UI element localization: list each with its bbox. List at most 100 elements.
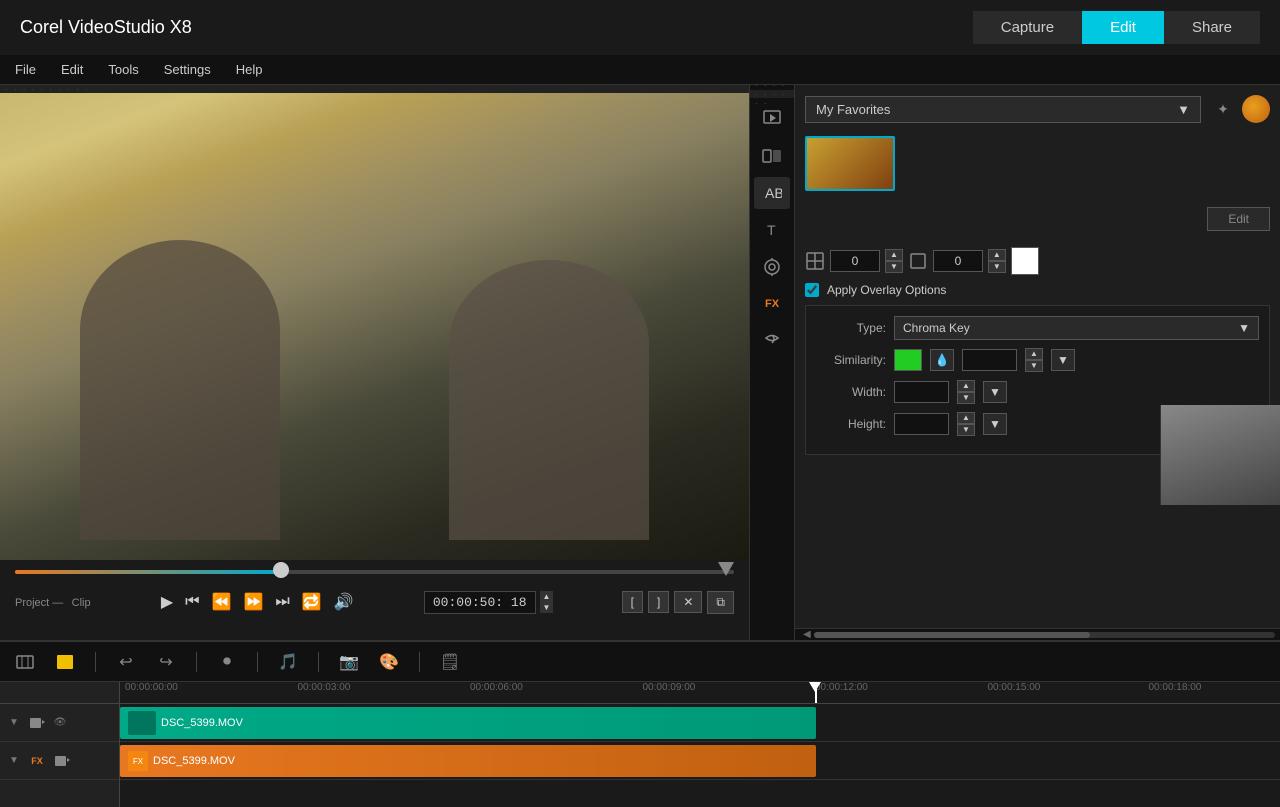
similarity-down[interactable]: ▼ — [1025, 360, 1043, 372]
similarity-input[interactable]: 70 — [962, 349, 1017, 371]
tl-separator-2 — [196, 652, 197, 672]
h-scrollbar[interactable]: ◀ — [795, 628, 1280, 640]
sidebar-icon-media[interactable] — [754, 103, 790, 135]
overlay-checkbox[interactable] — [805, 283, 819, 297]
timeline: ↩ ↪ ⏺ 🎵 📷 🎨 🗒 ▼ 👁 ▼ FX — [0, 640, 1280, 805]
track-control-video: ▼ 👁 — [0, 704, 119, 742]
mini-preview — [1160, 405, 1280, 505]
menu-help[interactable]: Help — [231, 60, 268, 79]
video-clip-1[interactable]: DSC_5399.MOV — [120, 707, 816, 739]
copy-button[interactable]: ⧉ — [707, 591, 734, 614]
sidebar-icon-titles[interactable]: AB — [754, 177, 790, 209]
timecode-down[interactable]: ▼ — [540, 602, 554, 613]
main-content: Project — Clip ▶ ⏮ ⏪ ⏩ ⏭ 🔁 🔊 00:00:50: 1… — [0, 85, 1280, 640]
ruler-mark-2: 00:00:06:00 — [470, 682, 523, 693]
tl-record-btn[interactable]: ⏺ — [212, 647, 242, 677]
menu-tools[interactable]: Tools — [103, 60, 143, 79]
width-up[interactable]: ▲ — [957, 380, 975, 392]
add-favorite-button[interactable]: ✦ — [1209, 95, 1237, 123]
mini-video-content — [1161, 405, 1280, 505]
position-x-input[interactable] — [830, 250, 880, 272]
tl-undo-btn[interactable]: ↩ — [111, 647, 141, 677]
track-mute-btn[interactable]: 👁 — [51, 714, 69, 732]
chroma-type-row: Type: Chroma Key ▼ — [816, 316, 1259, 340]
fav-icons: ✦ — [1209, 95, 1270, 123]
height-label: Height: — [816, 417, 886, 431]
height-up[interactable]: ▲ — [957, 412, 975, 424]
share-button[interactable]: Share — [1164, 11, 1260, 44]
tl-timeline-btn[interactable] — [50, 647, 80, 677]
sidebar-icon-effects[interactable] — [754, 251, 790, 283]
tl-storyboard-btn[interactable] — [10, 647, 40, 677]
ruler-mark-5: 00:00:15:00 — [988, 682, 1041, 693]
chroma-more-btn[interactable]: ▼ — [1051, 349, 1075, 371]
sidebar-icons: AB T FX — [750, 85, 795, 640]
sidebar-icon-text[interactable]: T — [754, 214, 790, 246]
sidebar-icon-fx[interactable]: FX — [754, 288, 790, 320]
pos-y-up[interactable]: ▲ — [988, 249, 1006, 261]
seek-thumb[interactable] — [273, 562, 289, 578]
sidebar-dots — [750, 90, 794, 98]
pos-y-down[interactable]: ▼ — [988, 261, 1006, 273]
edit-button-right[interactable]: Edit — [1207, 207, 1270, 231]
similarity-up[interactable]: ▲ — [1025, 348, 1043, 360]
volume-button[interactable]: 🔊 — [332, 590, 356, 614]
transport-controls: ▶ ⏮ ⏪ ⏩ ⏭ 🔁 🔊 — [159, 590, 356, 614]
position-y-input[interactable] — [933, 250, 983, 272]
pos-x-up[interactable]: ▲ — [885, 249, 903, 261]
tl-color-btn[interactable]: 🎨 — [374, 647, 404, 677]
chroma-color-swatch[interactable] — [894, 349, 922, 371]
track-controls: ▼ 👁 ▼ FX — [0, 682, 120, 807]
ruler-mark-6: 00:00:18:00 — [1149, 682, 1202, 693]
tl-redo-btn[interactable]: ↪ — [151, 647, 181, 677]
rewind-button[interactable]: ⏪ — [210, 590, 234, 614]
timeline-toolbar: ↩ ↪ ⏺ 🎵 📷 🎨 🗒 — [0, 642, 1280, 682]
height-more-btn[interactable]: ▼ — [983, 413, 1007, 435]
menu-file[interactable]: File — [10, 60, 41, 79]
timecode-up[interactable]: ▲ — [540, 591, 554, 602]
tl-title-btn[interactable]: 🗒 — [435, 647, 465, 677]
favorites-dropdown[interactable]: My Favorites ▼ — [805, 96, 1201, 123]
edit-button[interactable]: Edit — [1082, 11, 1164, 44]
forward-button[interactable]: ⏩ — [241, 590, 265, 614]
delete-button[interactable]: ✕ — [674, 591, 702, 613]
track-lane-video: DSC_5399.MOV — [120, 704, 1280, 742]
menu-edit[interactable]: Edit — [56, 60, 88, 79]
loop-button[interactable]: 🔁 — [300, 590, 324, 614]
h-scroll-thumb[interactable] — [814, 632, 1091, 638]
color-swatch[interactable] — [1011, 247, 1039, 275]
sidebar-icon-transitions[interactable] — [754, 140, 790, 172]
favorites-label: My Favorites — [816, 102, 890, 117]
width-input[interactable]: 0 — [894, 381, 949, 403]
scroll-left-arrow[interactable]: ◀ — [800, 629, 814, 640]
favorite-circle-icon[interactable] — [1242, 95, 1270, 123]
width-more-btn[interactable]: ▼ — [983, 381, 1007, 403]
track-expand-btn[interactable]: ▼ — [5, 714, 23, 732]
chroma-type-dropdown[interactable]: Chroma Key ▼ — [894, 316, 1259, 340]
tl-capture-btn[interactable]: 📷 — [334, 647, 364, 677]
clip-2-name: DSC_5399.MOV — [153, 755, 235, 767]
svg-text:AB: AB — [765, 185, 782, 201]
similarity-label: Similarity: — [816, 353, 886, 367]
mark-out-button[interactable]: ] — [648, 591, 669, 613]
sidebar-icon-audio[interactable] — [754, 325, 790, 357]
pos-x-down[interactable]: ▼ — [885, 261, 903, 273]
next-frame-button[interactable]: ⏭ — [273, 591, 291, 613]
thumbnail-1[interactable] — [805, 136, 895, 191]
capture-button[interactable]: Capture — [973, 11, 1082, 44]
play-button[interactable]: ▶ — [159, 590, 175, 614]
fx-clip-1[interactable]: FX DSC_5399.MOV — [120, 745, 816, 777]
tl-audio-btn[interactable]: 🎵 — [273, 647, 303, 677]
prev-frame-button[interactable]: ⏮ — [183, 591, 201, 613]
preview-controls: Project — Clip ▶ ⏮ ⏪ ⏩ ⏭ 🔁 🔊 00:00:50: 1… — [0, 560, 749, 640]
height-down[interactable]: ▼ — [957, 424, 975, 436]
width-down[interactable]: ▼ — [957, 392, 975, 404]
ruler-mark-1: 00:00:03:00 — [298, 682, 351, 693]
eyedropper-button[interactable]: 💧 — [930, 349, 954, 371]
seek-bar[interactable] — [15, 570, 734, 580]
height-input[interactable]: 0 — [894, 413, 949, 435]
track-fx-expand-btn[interactable]: ▼ — [5, 752, 23, 770]
menu-settings[interactable]: Settings — [159, 60, 216, 79]
right-transport: [ ] ✕ ⧉ — [622, 591, 734, 614]
mark-in-button[interactable]: [ — [622, 591, 643, 613]
